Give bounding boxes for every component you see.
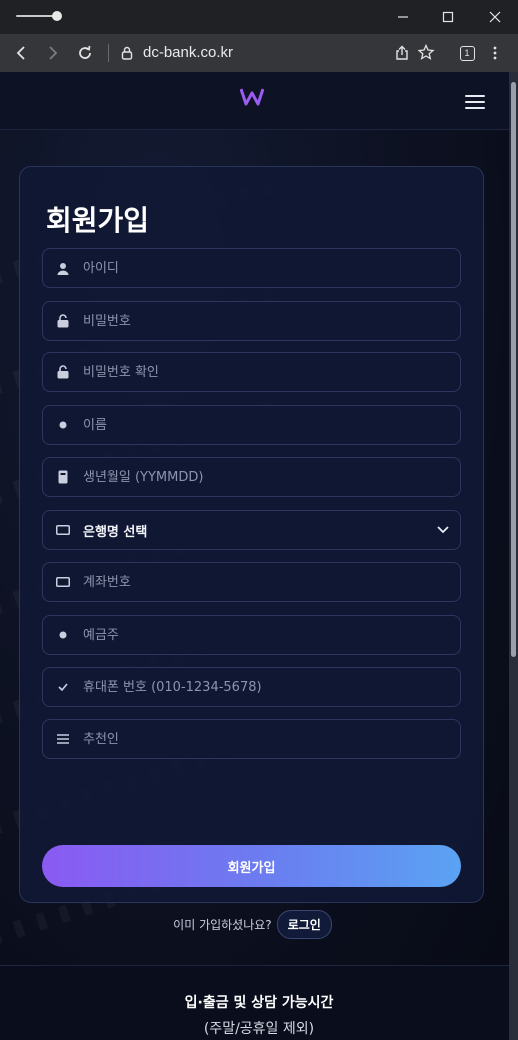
holder-input[interactable] <box>83 616 460 654</box>
login-prompt-row: 이미 가입하셨나요? 로그인 <box>20 910 485 939</box>
calendar-icon <box>43 457 83 497</box>
lock-icon[interactable] <box>117 43 137 63</box>
password-confirm-input[interactable] <box>83 353 460 391</box>
tab-count-button[interactable]: 1 <box>454 40 480 66</box>
referrer-field[interactable] <box>42 719 461 759</box>
account-field[interactable] <box>42 562 461 602</box>
bank-select[interactable]: 은행명 선택 <box>42 510 461 550</box>
password-field[interactable] <box>42 301 461 341</box>
signup-card: 회원가입 아이디 이름 생년월일 (YYMMDD) 은행명 선택 계좌번호 예금… <box>19 166 484 939</box>
lock-icon <box>43 352 83 392</box>
birthdate-field[interactable] <box>42 457 461 497</box>
dot-icon <box>43 615 83 655</box>
card-icon <box>43 562 83 602</box>
forward-arrow-icon[interactable] <box>40 40 66 66</box>
w-logo-icon[interactable] <box>240 86 264 108</box>
bookmark-star-icon[interactable] <box>414 40 440 66</box>
site-header <box>0 72 518 130</box>
share-icon[interactable] <box>389 40 415 66</box>
phone-input[interactable] <box>83 668 460 706</box>
close-icon[interactable] <box>482 4 508 30</box>
url-separator <box>108 44 109 62</box>
phone-field[interactable] <box>42 667 461 707</box>
page-title: 회원가입 <box>46 204 150 237</box>
minimize-icon[interactable] <box>390 4 416 30</box>
holder-field[interactable] <box>42 615 461 655</box>
more-menu-icon[interactable] <box>482 40 508 66</box>
login-button[interactable]: 로그인 <box>276 910 332 939</box>
referrer-input[interactable] <box>83 720 460 758</box>
name-input[interactable] <box>83 406 460 444</box>
browser-toolbar: dc-bank.co.kr 1 <box>0 34 518 72</box>
login-prompt-text: 이미 가입하셨나요? <box>173 918 272 932</box>
signup-submit-button[interactable]: 회원가입 <box>42 845 461 887</box>
footer-subtitle: (주말/공휴일 제외) <box>203 1021 315 1037</box>
url-text[interactable]: dc-bank.co.kr <box>143 44 233 61</box>
list-icon <box>43 719 83 759</box>
hamburger-icon[interactable] <box>465 92 487 110</box>
bank-select-value: 은행명 선택 <box>83 524 148 540</box>
password-confirm-field[interactable] <box>42 352 461 392</box>
back-arrow-icon[interactable] <box>8 40 34 66</box>
dot-icon <box>43 405 83 445</box>
name-field[interactable] <box>42 405 461 445</box>
user-icon <box>43 248 83 288</box>
check-icon <box>43 667 83 707</box>
username-field[interactable] <box>42 248 461 288</box>
card-icon <box>43 510 83 550</box>
password-input[interactable] <box>83 302 460 340</box>
site-footer: 입·출금 및 상담 가능시간 (주말/공휴일 제외) <box>0 965 518 1040</box>
chevron-down-icon <box>432 510 454 550</box>
footer-title: 입·출금 및 상담 가능시간 <box>184 995 334 1011</box>
browser-titlebar <box>0 0 518 34</box>
site-viewport: ▮ ▮ ▮ ▮ ▮ ▮ ▮ ▮ ▮ ▮ ▮ ▮ ▮ ▮ ▮ ▮ ▮ ▮ ▮ ▮ … <box>0 72 518 1040</box>
lock-icon <box>43 301 83 341</box>
birthdate-input[interactable] <box>83 458 460 496</box>
account-input[interactable] <box>83 563 460 601</box>
tab-count-label: 1 <box>459 45 475 61</box>
window-slider-knob[interactable] <box>52 11 62 21</box>
scrollbar-thumb[interactable] <box>511 82 516 657</box>
username-input[interactable] <box>83 249 460 287</box>
maximize-icon[interactable] <box>435 4 461 30</box>
page-scrollbar[interactable] <box>509 72 518 1040</box>
reload-icon[interactable] <box>72 40 98 66</box>
